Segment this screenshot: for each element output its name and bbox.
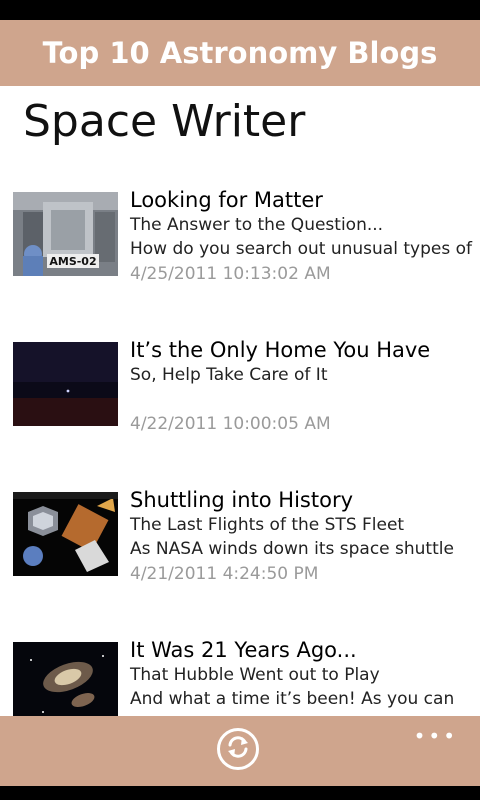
post-subtitle: The Last Flights of the STS Fleet [130, 515, 405, 535]
post-excerpt: And what a time it’s been! As you can [130, 689, 455, 709]
post-subtitle: So, Help Take Care of It [130, 365, 328, 385]
post-thumbnail: AMS-02 [13, 192, 118, 276]
post-subtitle: That Hubble Went out to Play [130, 665, 380, 685]
status-bar [0, 0, 480, 20]
post-item[interactable]: It Was 21 Years Ago... That Hubble Went … [13, 638, 480, 716]
more-options-button[interactable]: ••• [414, 724, 458, 748]
post-title: Shuttling into History [130, 488, 354, 512]
refresh-button[interactable] [217, 728, 259, 770]
refresh-icon [225, 734, 251, 764]
post-title: It’s the Only Home You Have [130, 338, 431, 362]
post-excerpt: As NASA winds down its space shuttle [130, 539, 454, 559]
post-date: 4/25/2011 10:13:02 AM [130, 264, 331, 284]
post-thumbnail [13, 342, 118, 426]
post-subtitle: The Answer to the Question... [130, 215, 384, 235]
post-thumbnail [13, 642, 118, 716]
page-title: Space Writer [23, 96, 306, 147]
post-date: 4/21/2011 4:24:50 PM [130, 564, 319, 584]
app-title: Top 10 Astronomy Blogs [42, 36, 438, 70]
system-bottom-bar [0, 786, 480, 800]
app-header: Top 10 Astronomy Blogs [0, 20, 480, 86]
post-thumbnail [13, 492, 118, 576]
post-item[interactable]: AMS-02 Looking for Matter The Answer to … [13, 188, 480, 322]
post-excerpt: How do you search out unusual types of [130, 239, 472, 259]
application-bar: ••• [0, 716, 480, 786]
post-title: It Was 21 Years Ago... [130, 638, 357, 662]
blog-content[interactable]: Space Writer AMS-02 Looking for Matter T… [0, 86, 480, 716]
thumb-label: AMS-02 [49, 255, 96, 268]
post-item[interactable]: Shuttling into History The Last Flights … [13, 488, 480, 622]
post-item[interactable]: It’s the Only Home You Have So, Help Tak… [13, 338, 480, 472]
post-title: Looking for Matter [130, 188, 323, 212]
post-date: 4/22/2011 10:00:05 AM [130, 414, 331, 434]
